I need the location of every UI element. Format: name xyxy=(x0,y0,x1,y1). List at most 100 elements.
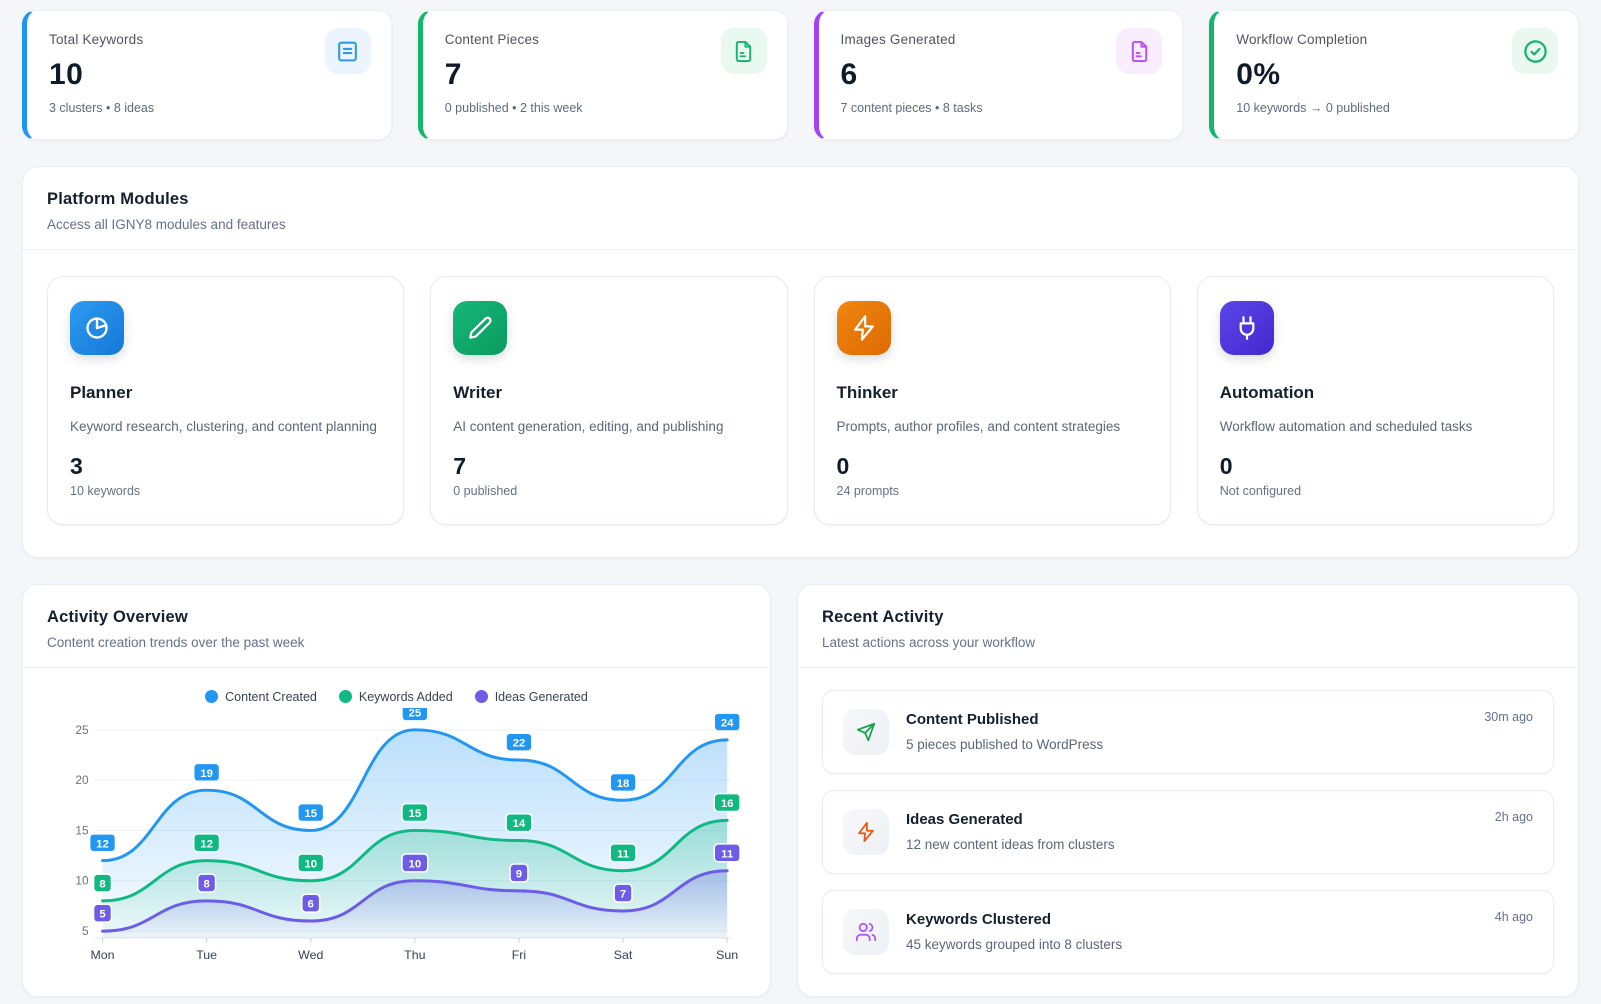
svg-text:8: 8 xyxy=(99,878,105,890)
legend-label: Keywords Added xyxy=(359,690,453,704)
legend-item[interactable]: Ideas Generated xyxy=(475,690,588,704)
activity-text: Ideas Generated 12 new content ideas fro… xyxy=(906,809,1115,852)
svg-text:10: 10 xyxy=(409,858,422,870)
section-subtitle: Content creation trends over the past we… xyxy=(47,635,746,650)
svg-text:24: 24 xyxy=(721,717,734,729)
activity-line-chart: 510152025MonTueWedThuFriSatSun1219152522… xyxy=(47,708,746,968)
stat-value: 10 xyxy=(49,58,369,92)
legend-dot-icon xyxy=(205,690,218,703)
svg-text:7: 7 xyxy=(620,888,626,900)
stat-title: Images Generated xyxy=(841,32,1161,47)
modules-grid: Planner Keyword research, clustering, an… xyxy=(23,250,1578,557)
activity-list: Content Published 5 pieces published to … xyxy=(798,668,1578,996)
section-title: Recent Activity xyxy=(822,608,1554,627)
platform-modules-panel: Platform Modules Access all IGNY8 module… xyxy=(22,166,1579,558)
svg-text:Sat: Sat xyxy=(614,947,633,961)
stat-title: Workflow Completion xyxy=(1236,32,1556,47)
activity-title: Keywords Clustered xyxy=(906,909,1122,928)
svg-text:11: 11 xyxy=(721,848,734,860)
svg-text:Wed: Wed xyxy=(298,947,323,961)
module-caption: 24 prompts xyxy=(837,484,1148,498)
module-title: Planner xyxy=(70,383,381,403)
svg-text:Fri: Fri xyxy=(512,947,526,961)
stat-card-images-generated: Images Generated 6 7 content pieces • 8 … xyxy=(814,10,1184,140)
activity-title: Ideas Generated xyxy=(906,809,1115,828)
activity-overview-header: Activity Overview Content creation trend… xyxy=(23,585,770,667)
module-description: Prompts, author profiles, and content st… xyxy=(837,416,1148,438)
module-value: 0 xyxy=(1220,453,1531,480)
pie-chart-icon xyxy=(70,301,124,355)
activity-description: 5 pieces published to WordPress xyxy=(906,737,1103,752)
module-description: Workflow automation and scheduled tasks xyxy=(1220,416,1531,438)
chart-area: Content Created Keywords Added Ideas Gener… xyxy=(23,668,770,968)
activity-description: 12 new content ideas from clusters xyxy=(906,837,1115,852)
chart-legend: Content Created Keywords Added Ideas Gener… xyxy=(47,690,746,704)
activity-timestamp: 30m ago xyxy=(1484,710,1533,724)
module-value: 0 xyxy=(837,453,1148,480)
module-description: AI content generation, editing, and publ… xyxy=(453,416,764,438)
svg-text:15: 15 xyxy=(409,808,422,820)
module-card-writer[interactable]: Writer AI content generation, editing, a… xyxy=(430,276,787,525)
svg-text:16: 16 xyxy=(721,798,734,810)
svg-text:14: 14 xyxy=(513,818,526,830)
svg-text:25: 25 xyxy=(409,708,422,719)
stat-caption: 0 published • 2 this week xyxy=(445,101,765,115)
send-icon xyxy=(843,709,889,755)
legend-dot-icon xyxy=(339,690,352,703)
module-caption: Not configured xyxy=(1220,484,1531,498)
stat-value: 7 xyxy=(445,58,765,92)
activity-description: 45 keywords grouped into 8 clusters xyxy=(906,937,1122,952)
section-title: Activity Overview xyxy=(47,608,746,627)
svg-text:20: 20 xyxy=(75,773,89,787)
stat-title: Content Pieces xyxy=(445,32,765,47)
module-caption: 10 keywords xyxy=(70,484,381,498)
plug-icon xyxy=(1220,301,1274,355)
svg-text:11: 11 xyxy=(617,848,630,860)
legend-dot-icon xyxy=(475,690,488,703)
legend-label: Content Created xyxy=(225,690,317,704)
svg-text:Thu: Thu xyxy=(404,947,425,961)
svg-text:18: 18 xyxy=(617,777,630,789)
svg-text:19: 19 xyxy=(200,767,213,779)
section-subtitle: Latest actions across your workflow xyxy=(822,635,1554,650)
module-value: 3 xyxy=(70,453,381,480)
lightning-icon xyxy=(837,301,891,355)
svg-text:Tue: Tue xyxy=(196,947,217,961)
svg-text:12: 12 xyxy=(200,838,213,850)
stat-caption: 7 content pieces • 8 tasks xyxy=(841,101,1161,115)
recent-activity-header: Recent Activity Latest actions across yo… xyxy=(798,585,1578,667)
module-card-planner[interactable]: Planner Keyword research, clustering, an… xyxy=(47,276,404,525)
legend-item[interactable]: Content Created xyxy=(205,690,317,704)
stat-card-workflow-completion: Workflow Completion 0% 10 keywords → 0 p… xyxy=(1209,10,1579,140)
stat-title: Total Keywords xyxy=(49,32,369,47)
lightning-icon xyxy=(843,809,889,855)
svg-text:12: 12 xyxy=(96,838,109,850)
svg-text:15: 15 xyxy=(304,808,317,820)
svg-text:8: 8 xyxy=(203,878,209,890)
platform-modules-header: Platform Modules Access all IGNY8 module… xyxy=(23,167,1578,249)
stats-row: Total Keywords 10 3 clusters • 8 ideas C… xyxy=(22,10,1579,140)
bottom-row: Activity Overview Content creation trend… xyxy=(22,558,1579,997)
section-subtitle: Access all IGNY8 modules and features xyxy=(47,217,1554,232)
module-card-thinker[interactable]: Thinker Prompts, author profiles, and co… xyxy=(814,276,1171,525)
activity-overview-panel: Activity Overview Content creation trend… xyxy=(22,584,771,997)
recent-activity-panel: Recent Activity Latest actions across yo… xyxy=(797,584,1579,997)
list-icon xyxy=(325,28,371,74)
module-card-automation[interactable]: Automation Workflow automation and sched… xyxy=(1197,276,1554,525)
module-title: Automation xyxy=(1220,383,1531,403)
module-value: 7 xyxy=(453,453,764,480)
module-description: Keyword research, clustering, and conten… xyxy=(70,416,381,438)
legend-label: Ideas Generated xyxy=(495,690,588,704)
svg-text:Mon: Mon xyxy=(90,947,114,961)
stat-caption: 10 keywords → 0 published xyxy=(1236,101,1556,115)
pencil-icon xyxy=(453,301,507,355)
svg-text:5: 5 xyxy=(82,924,89,938)
activity-text: Content Published 5 pieces published to … xyxy=(906,709,1103,752)
activity-timestamp: 4h ago xyxy=(1495,910,1533,924)
module-title: Thinker xyxy=(837,383,1148,403)
activity-text: Keywords Clustered 45 keywords grouped i… xyxy=(906,909,1122,952)
svg-text:15: 15 xyxy=(75,823,89,837)
svg-text:10: 10 xyxy=(304,858,317,870)
activity-item-content-published: Content Published 5 pieces published to … xyxy=(822,690,1554,774)
legend-item[interactable]: Keywords Added xyxy=(339,690,453,704)
